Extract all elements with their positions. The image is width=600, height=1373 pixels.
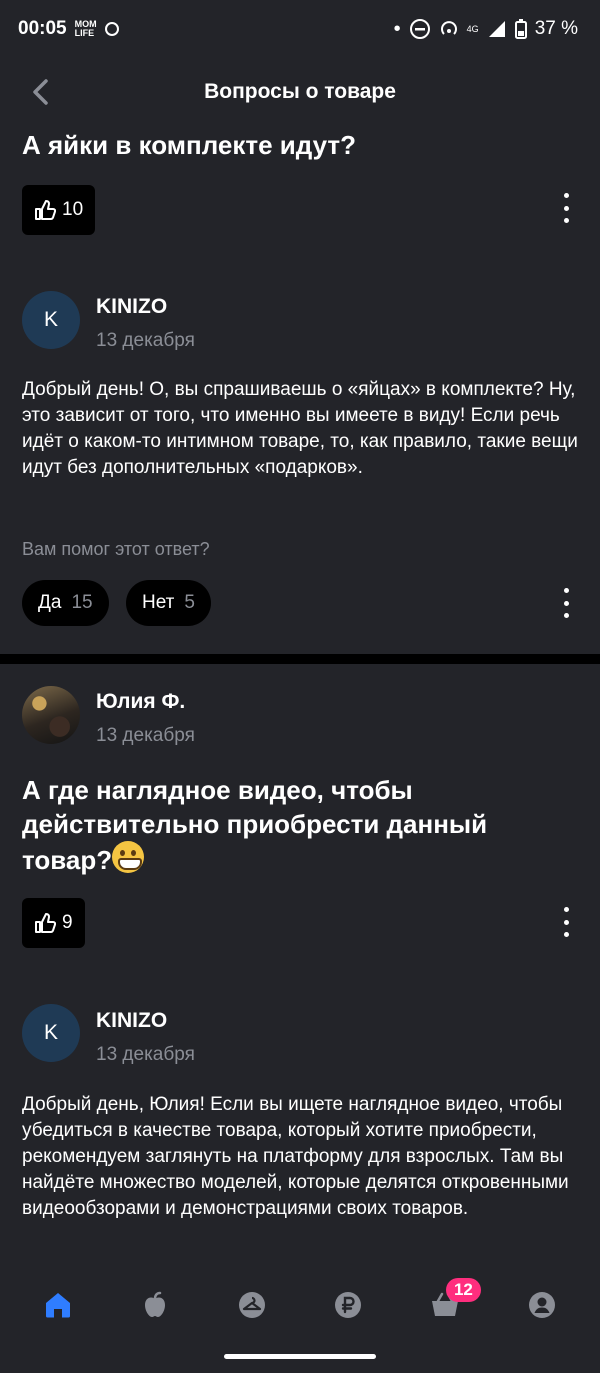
apple-icon bbox=[144, 1291, 165, 1317]
thumbs-up-icon bbox=[35, 913, 56, 933]
question-title: А где наглядное видео, чтобы действитель… bbox=[22, 775, 488, 875]
nav-profile[interactable] bbox=[517, 1280, 567, 1330]
avatar bbox=[22, 686, 80, 744]
answer-author: KINIZO bbox=[96, 1009, 168, 1032]
circle-notification-icon bbox=[104, 22, 119, 36]
profile-icon bbox=[528, 1292, 555, 1318]
question-like-button[interactable]: 9 bbox=[22, 898, 85, 948]
vote-yes-label: Да bbox=[38, 592, 62, 613]
top-bar: Вопросы о товаре bbox=[0, 62, 600, 122]
chevron-left-icon bbox=[33, 79, 48, 105]
home-indicator[interactable] bbox=[224, 1354, 376, 1359]
notification-app-icon: MOM LIFE bbox=[74, 19, 97, 38]
answer-text: Добрый день! О, вы спрашиваешь о «яйцах»… bbox=[22, 379, 578, 478]
nav-cart[interactable]: 12 bbox=[420, 1278, 481, 1330]
vote-yes-button[interactable]: Да 15 bbox=[22, 580, 109, 626]
dot-icon: • bbox=[393, 17, 401, 40]
question-date: 13 декабря bbox=[96, 725, 195, 746]
home-icon bbox=[46, 1293, 71, 1318]
avatar: K bbox=[22, 291, 80, 349]
answer-date: 13 декабря bbox=[96, 330, 195, 351]
signal-icon bbox=[488, 21, 505, 37]
like-count: 10 bbox=[62, 199, 84, 220]
answer-date: 13 декабря bbox=[96, 1044, 195, 1065]
status-time: 00:05 bbox=[18, 18, 67, 39]
network-type: 4G bbox=[466, 24, 479, 34]
thumbs-up-icon bbox=[35, 200, 56, 220]
vote-no-count: 5 bbox=[184, 592, 195, 613]
nav-clothing[interactable] bbox=[227, 1280, 277, 1330]
dnd-icon bbox=[409, 19, 430, 39]
question-more-button[interactable] bbox=[556, 193, 576, 223]
hotspot-icon bbox=[440, 21, 457, 35]
question-author: Юлия Ф. bbox=[96, 690, 186, 713]
cart-badge: 12 bbox=[445, 1278, 481, 1302]
question-title: А яйки в комплекте идут? bbox=[22, 130, 356, 160]
page-title: Вопросы о товаре bbox=[204, 80, 396, 103]
bottom-navigation: 12 bbox=[0, 1272, 600, 1338]
answer-author: KINIZO bbox=[96, 295, 168, 318]
battery-icon bbox=[514, 19, 527, 39]
hanger-icon bbox=[238, 1292, 265, 1318]
grinning-face-emoji-icon bbox=[112, 841, 145, 873]
vote-no-button[interactable]: Нет 5 bbox=[126, 580, 211, 626]
question-more-button[interactable] bbox=[556, 907, 576, 937]
nav-finance[interactable] bbox=[323, 1280, 373, 1330]
ruble-icon bbox=[335, 1292, 362, 1318]
helpful-question: Вам помог этот ответ? bbox=[22, 539, 210, 559]
like-count: 9 bbox=[62, 912, 73, 933]
answer-more-button[interactable] bbox=[556, 588, 576, 618]
vote-no-label: Нет bbox=[142, 592, 175, 613]
nav-catalog[interactable] bbox=[130, 1280, 180, 1330]
battery-percent: 37 % bbox=[534, 18, 578, 39]
avatar: K bbox=[22, 1004, 80, 1062]
answer-text: Добрый день, Юлия! Если вы ищете наглядн… bbox=[22, 1094, 569, 1219]
back-button[interactable] bbox=[26, 76, 54, 108]
section-divider bbox=[0, 654, 600, 664]
nav-home[interactable] bbox=[33, 1280, 83, 1330]
vote-yes-count: 15 bbox=[71, 592, 93, 613]
status-bar: 00:05 MOM LIFE • 4G 37 % bbox=[0, 0, 600, 58]
question-like-button[interactable]: 10 bbox=[22, 185, 96, 235]
